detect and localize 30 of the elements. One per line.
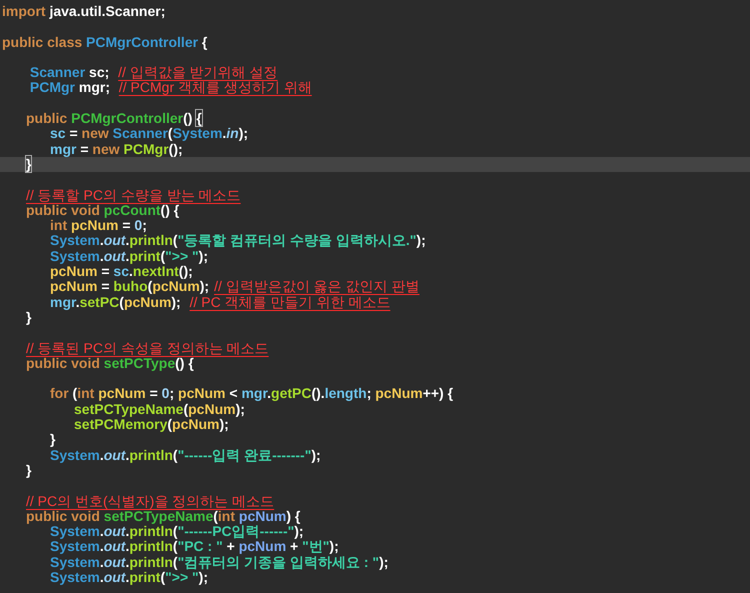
code-line: } xyxy=(25,462,32,478)
code-line: pcNum = buho(pcNum); // 입력받은값이 옳은 값인지 판별 xyxy=(49,279,420,295)
code-line: System.out.println("------PC입력------"); xyxy=(50,524,305,540)
code-line: setPCTypeName(pcNum); xyxy=(74,402,245,418)
code-line: System.out.print(">> "); xyxy=(49,570,208,586)
code-line: sc = new Scanner(System.in); xyxy=(50,126,250,142)
code-line: Scanner sc; // 입력값을 받기위해 설정 xyxy=(28,65,279,80)
code-line: mgr = new PCMgr(); xyxy=(49,142,183,157)
code-line: System.out.println("등록할 컴퓨터의 수량을 입력하시오."); xyxy=(49,233,427,249)
code-line: setPCMemory(pcNum); xyxy=(73,417,229,432)
code-line: // 등록된 PC의 속성을 정의하는 메소드 xyxy=(25,340,270,356)
code-line: System.out.println("컴퓨터의 기종을 입력하세요 : "); xyxy=(49,554,390,570)
code-line: System.out.println("PC : " + pcNum + "번"); xyxy=(49,539,340,555)
code-line: public class PCMgrController { xyxy=(1,34,208,50)
code-line: pcNum = sc.nextInt(); xyxy=(49,264,194,280)
code-line: // 등록할 PC의 수량을 받는 메소드 xyxy=(25,188,242,203)
code-line: public void setPCTypeName(int pcNum) { xyxy=(25,508,302,524)
code-line: PCMgr mgr; // PCMgr 객체를 생성하기 위해 xyxy=(28,80,313,96)
code-line: System.out.print(">> "); xyxy=(49,248,209,264)
code-line: mgr.setPC(pcNum); // PC 객체를 만들기 위한 메소드 xyxy=(49,294,392,310)
code-line: } xyxy=(25,310,32,326)
code-line: // PC의 번호(식별자)을 정의하는 메소드 xyxy=(25,494,276,509)
code-line: public void pcCount() { xyxy=(25,202,180,218)
code-line: public void setPCType() { xyxy=(25,356,194,372)
code-line: import java.util.Scanner; xyxy=(1,4,166,20)
code-line: for (int pcNum = 0; pcNum < mgr.getPC().length; pcNum++) { xyxy=(49,386,454,402)
code-line: System.out.println("------입력 완료-------"); xyxy=(49,448,322,463)
code-line: } xyxy=(49,432,56,448)
code-line: int pcNum = 0; xyxy=(50,218,147,234)
code-line: public PCMgrController() { xyxy=(25,111,203,126)
